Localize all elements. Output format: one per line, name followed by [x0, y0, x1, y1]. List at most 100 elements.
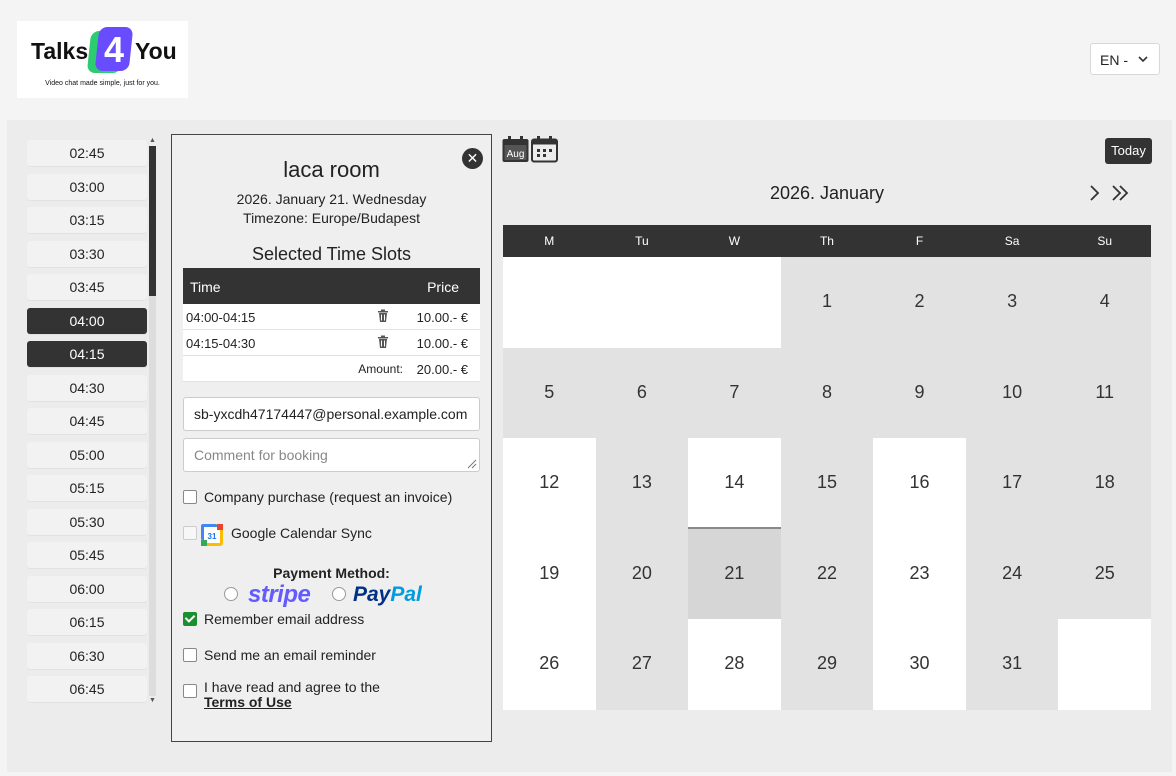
stripe-logo: stripe [248, 581, 311, 608]
time-slot[interactable]: 06:15 [27, 609, 147, 635]
table-header: Time Price [183, 268, 480, 304]
calendar-day[interactable]: 18 [1058, 438, 1151, 529]
calendar-day-number: 31 [1002, 653, 1023, 674]
time-slot[interactable]: 06:45 [27, 676, 147, 702]
stripe-radio[interactable] [224, 587, 238, 601]
time-slot[interactable]: 03:45 [27, 274, 147, 300]
calendar-day-number: 23 [909, 562, 930, 583]
weekday-label: W [728, 234, 741, 248]
today-button[interactable]: Today [1105, 138, 1152, 164]
scroll-down-arrow-icon[interactable]: ▼ [148, 697, 157, 705]
chevron-down-icon [1138, 56, 1148, 63]
time-list-scrollbar[interactable]: ▲ ▼ [148, 137, 157, 705]
calendar-day[interactable]: 12 [503, 438, 596, 529]
time-slot[interactable]: 06:30 [27, 642, 147, 669]
calendar-day-number: 21 [724, 562, 745, 583]
calendar-day[interactable]: 10 [965, 347, 1059, 439]
time-slot[interactable]: 05:00 [27, 441, 147, 468]
time-slot[interactable]: 02:45 [27, 140, 147, 166]
calendar-day[interactable]: 21 [688, 528, 781, 620]
calendar-day[interactable]: 4 [1058, 257, 1151, 348]
calendar-view-icon[interactable] [531, 136, 558, 163]
google-calendar-icon: 31 [201, 524, 223, 546]
calendar-day[interactable]: 6 [595, 347, 689, 439]
calendar-day[interactable]: 24 [965, 528, 1059, 620]
calendar-day[interactable]: 28 [688, 619, 781, 710]
scroll-up-arrow-icon[interactable]: ▲ [148, 137, 157, 145]
time-slot[interactable]: 06:00 [27, 575, 147, 602]
svg-text:31: 31 [208, 532, 217, 541]
paypal-logo: PayPal [353, 583, 422, 607]
comment-field[interactable]: Comment for booking [183, 438, 480, 472]
calendar-day[interactable]: 22 [780, 528, 874, 620]
calendar-day[interactable]: 19 [503, 528, 596, 620]
paypal-logo-part-2: Pal [390, 583, 422, 606]
google-calendar-checkbox[interactable] [183, 526, 197, 540]
time-slot[interactable]: 04:15 [27, 341, 147, 367]
paypal-radio[interactable] [332, 587, 346, 601]
column-time: Time [190, 279, 221, 295]
logo-text-right: You [135, 38, 177, 64]
calendar-day-number: 18 [1094, 472, 1115, 493]
weekday-label: Tu [635, 234, 649, 248]
calendar-day[interactable]: 2 [873, 257, 966, 348]
calendar-day[interactable]: 17 [965, 438, 1059, 529]
calendar-day[interactable]: 29 [780, 619, 874, 710]
calendar-day[interactable]: 1 [780, 257, 874, 348]
calendar-day[interactable]: 23 [873, 528, 966, 620]
calendar-day[interactable]: 16 [873, 438, 966, 529]
amount-label: Amount: [358, 362, 403, 376]
calendar-day[interactable]: 15 [780, 438, 874, 529]
calendar-day-number: 20 [631, 562, 652, 583]
time-slot[interactable]: 05:45 [27, 542, 147, 568]
calendar-day[interactable]: 13 [595, 438, 689, 529]
calendar-day-number: 1 [821, 291, 832, 311]
time-slot[interactable]: 04:30 [27, 374, 147, 401]
time-slot[interactable]: 03:00 [27, 173, 147, 200]
terms-checkbox[interactable] [183, 684, 197, 698]
calendar-day[interactable]: 14 [688, 438, 781, 529]
google-calendar-label: Google Calendar Sync [231, 525, 372, 541]
next-month-icon[interactable] [1088, 184, 1100, 202]
calendar-day[interactable]: 9 [873, 347, 966, 439]
time-slot[interactable]: 04:45 [27, 408, 147, 434]
calendar-day[interactable]: 5 [503, 347, 596, 439]
calendar-day[interactable]: 26 [503, 619, 596, 710]
language-select[interactable]: EN - [1090, 43, 1160, 75]
calendar-day[interactable]: 11 [1058, 347, 1151, 439]
time-slot[interactable]: 03:30 [27, 240, 147, 267]
calendar-day[interactable]: 30 [873, 619, 966, 710]
comment-placeholder: Comment for booking [194, 447, 328, 463]
resize-grip-icon[interactable] [465, 457, 477, 469]
close-icon[interactable]: ✕ [462, 148, 483, 169]
time-slot-list[interactable]: 02:45 03:00 03:15 03:30 03:45 04:00 04:15 04:30… [27, 137, 157, 705]
amount-value: 20.00.- € [416, 362, 468, 377]
time-slot[interactable]: 05:15 [27, 475, 147, 501]
month-view-icon[interactable]: Aug [502, 136, 529, 163]
calendar-day[interactable]: 7 [688, 347, 781, 439]
calendar-day-number: 29 [816, 653, 837, 674]
logo-text-left: Talks [31, 38, 89, 64]
calendar-day-number: 11 [1095, 381, 1115, 402]
calendar-day[interactable]: 25 [1058, 528, 1151, 620]
calendar-day[interactable]: 8 [780, 347, 874, 439]
weekday-header: M Tu W Th F Sa Su [503, 225, 1151, 257]
trash-icon[interactable] [377, 309, 389, 323]
trash-icon[interactable] [377, 335, 389, 349]
calendar-day[interactable]: 31 [965, 619, 1059, 710]
time-slot[interactable]: 03:15 [27, 207, 147, 233]
calendar-day[interactable]: 27 [595, 619, 689, 710]
scrollbar-thumb[interactable] [149, 146, 156, 296]
booking-panel: laca room ✕ 2026. January 21. Wednesday … [171, 134, 492, 742]
remember-email-checkbox[interactable] [183, 612, 197, 626]
company-purchase-checkbox[interactable] [183, 490, 197, 504]
time-slot[interactable]: 05:30 [27, 508, 147, 535]
next-year-icon[interactable] [1111, 184, 1129, 202]
logo-digit-badge: 4 [86, 27, 134, 73]
email-field[interactable]: sb-yxcdh47174447@personal.example.com [183, 397, 480, 431]
calendar-day[interactable]: 20 [595, 528, 689, 620]
calendar-day[interactable]: 3 [965, 257, 1059, 348]
time-slot[interactable]: 04:00 [27, 307, 147, 334]
terms-of-use-link[interactable]: Terms of Use [204, 694, 292, 710]
email-reminder-checkbox[interactable] [183, 648, 197, 662]
